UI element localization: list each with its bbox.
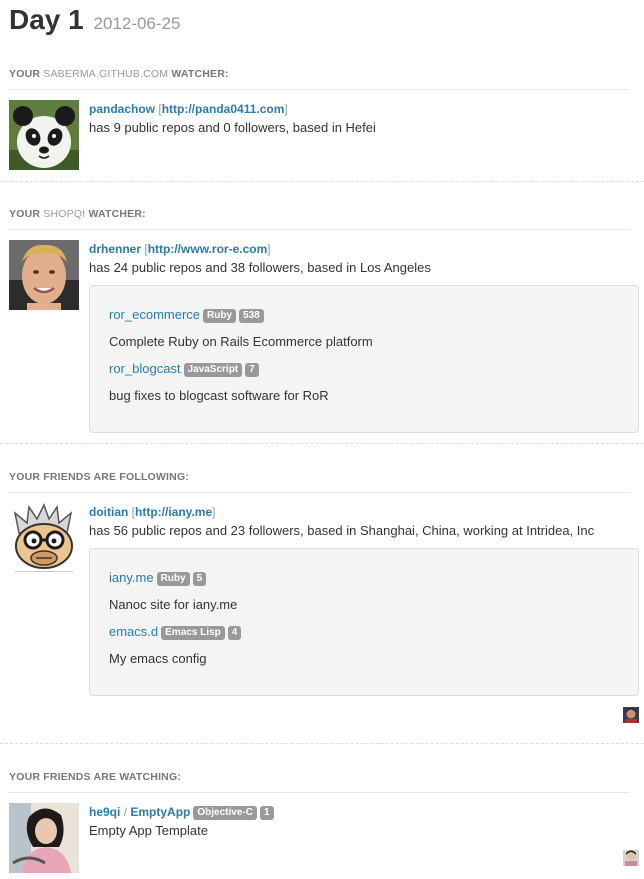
user-line: pandachow [http://panda0411.com]: [89, 102, 288, 116]
watchers-count-badge: 4: [227, 626, 242, 640]
user-line: drhenner [http://www.ror-e.com]: [89, 242, 271, 256]
heading-repo-name: SHOPQI: [43, 208, 86, 220]
repo-description: Complete Ruby on Rails Ecommerce platfor…: [109, 334, 373, 349]
repo-title-line: he9qi / EmptyApp Objective-C 1: [89, 805, 274, 820]
friend-photo-icon: [623, 707, 639, 723]
repo-description: Empty App Template: [89, 823, 208, 838]
language-badge: Ruby: [203, 309, 237, 323]
section-rule: [9, 792, 629, 793]
user-photo-avatar: [9, 240, 79, 310]
username-link[interactable]: pandachow: [89, 102, 155, 116]
page-title: Day 1 2012-06-25: [9, 1, 180, 43]
section-divider: [0, 743, 644, 744]
user-website-link[interactable]: http://www.ror-e.com: [148, 242, 268, 256]
username-link[interactable]: doitian: [89, 505, 128, 519]
repo-item: emacs.d Emacs Lisp 4: [109, 624, 242, 640]
section-divider: [0, 181, 644, 182]
section-heading-following: YOUR FRIENDS ARE FOLLOWING:: [9, 471, 190, 483]
bracket-close: ]: [212, 505, 216, 519]
repo-description: bug fixes to blogcast software for RoR: [109, 388, 329, 403]
section-heading-watching: YOUR FRIENDS ARE WATCHING:: [9, 771, 182, 783]
heading-suffix: WATCHER:: [88, 208, 146, 220]
owner-link[interactable]: he9qi: [89, 805, 120, 819]
day-date: 2012-06-25: [93, 14, 181, 33]
section-rule: [9, 229, 629, 230]
path-separator: /: [123, 805, 128, 819]
section-divider: [0, 443, 644, 444]
language-badge: Objective-C: [193, 806, 257, 820]
day-title: Day 1: [9, 4, 84, 35]
heading-repo-name: SABERMA.GITHUB.COM: [43, 68, 169, 80]
friend-photo-icon: [623, 850, 639, 866]
avatar[interactable]: [9, 240, 79, 310]
repo-description: Nanoc site for iany.me: [109, 597, 238, 612]
user-bio: has 24 public repos and 38 followers, ba…: [89, 260, 431, 275]
watchers-count-badge: 1: [259, 806, 274, 820]
section-rule: [9, 89, 629, 90]
section-rule: [9, 492, 629, 493]
user-bio: has 9 public repos and 0 followers, base…: [89, 120, 376, 135]
watchers-count-badge: 538: [239, 309, 264, 323]
friend-avatar[interactable]: [623, 707, 639, 723]
repo-list: iany.me Ruby 5 Nanoc site for iany.me emac…: [89, 548, 639, 696]
repo-item: ror_ecommerce Ruby 538: [109, 307, 264, 323]
repo-link[interactable]: EmptyApp: [130, 805, 190, 819]
username-link[interactable]: drhenner: [89, 242, 141, 256]
section-heading-watcher: YOUR SABERMA.GITHUB.COM WATCHER:: [9, 68, 229, 80]
avatar[interactable]: [9, 803, 79, 873]
section-heading-watcher: YOUR SHOPQI WATCHER:: [9, 208, 146, 220]
user-website-link[interactable]: http://iany.me: [135, 505, 212, 519]
bracket-close: ]: [284, 102, 288, 116]
repo-item: ror_blogcast JavaScript 7: [109, 361, 259, 377]
friend-avatar[interactable]: [623, 850, 639, 866]
user-line: doitian [http://iany.me]: [89, 505, 215, 519]
repo-description: My emacs config: [109, 651, 207, 666]
repo-link[interactable]: ror_blogcast: [109, 361, 181, 376]
language-badge: Ruby: [156, 572, 190, 586]
repo-link[interactable]: iany.me: [109, 570, 154, 585]
repo-list: ror_ecommerce Ruby 538 Complete Ruby on Ra…: [89, 285, 639, 433]
language-badge: Emacs Lisp: [161, 626, 225, 640]
cartoon-face-avatar: [9, 503, 79, 573]
user-bio: has 56 public repos and 23 followers, ba…: [89, 523, 595, 538]
heading-suffix: WATCHER:: [171, 68, 229, 80]
panda-avatar-image: [9, 100, 79, 170]
avatar[interactable]: [9, 100, 79, 170]
repo-link[interactable]: ror_ecommerce: [109, 307, 200, 322]
user-photo-avatar: [9, 803, 79, 873]
repo-link[interactable]: emacs.d: [109, 624, 158, 639]
heading-prefix: YOUR: [9, 208, 41, 220]
bracket-close: ]: [267, 242, 271, 256]
heading-prefix: YOUR: [9, 68, 41, 80]
watchers-count-badge: 5: [192, 572, 207, 586]
language-badge: JavaScript: [183, 363, 243, 377]
repo-item: iany.me Ruby 5: [109, 570, 207, 586]
user-website-link[interactable]: http://panda0411.com: [162, 102, 285, 116]
watchers-count-badge: 7: [245, 363, 259, 377]
avatar[interactable]: [9, 503, 79, 573]
